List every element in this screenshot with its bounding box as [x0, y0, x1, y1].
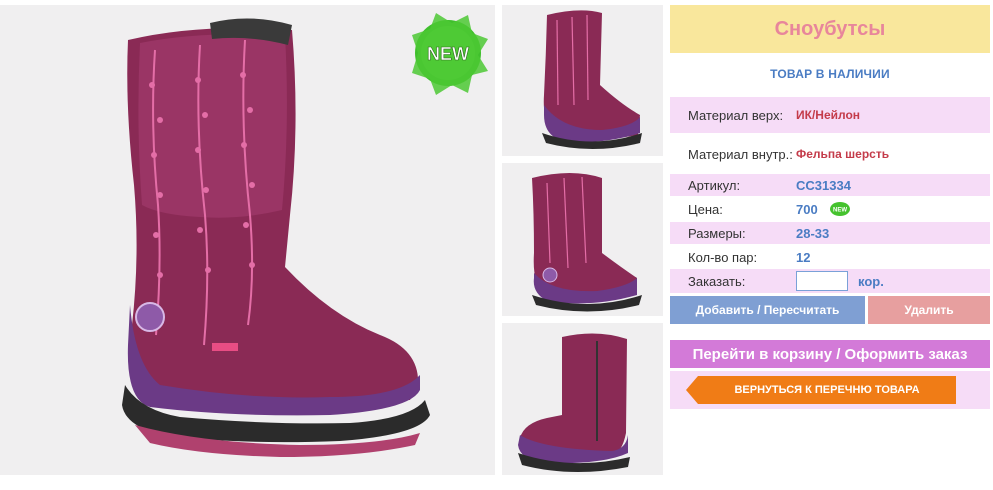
spec-value: 28-33	[796, 225, 830, 241]
new-badge-text: NEW	[427, 44, 469, 64]
delete-button[interactable]: Удалить	[868, 296, 990, 324]
boot-illustration: NEW	[122, 13, 488, 457]
main-product-image[interactable]: NEW	[0, 5, 495, 475]
order-label: Заказать:	[688, 273, 746, 289]
quantity-input[interactable]	[796, 271, 848, 291]
spec-value: Фельпа шерсть	[796, 147, 890, 161]
boot-thumb-side	[518, 333, 630, 473]
new-mini-badge-icon: NEW	[829, 202, 850, 216]
spec-row-material-inner: Материал внутр.: Фельпа шерсть	[670, 136, 990, 172]
product-title: Сноубутсы	[670, 5, 990, 53]
spec-value: 700	[796, 201, 818, 217]
add-recalculate-button[interactable]: Добавить / Пересчитать	[670, 296, 865, 324]
thumbnail-3[interactable]	[502, 323, 663, 475]
order-unit: кор.	[858, 273, 884, 289]
spec-row-article: Артикул: СС31334	[670, 174, 990, 196]
thumbnail-1[interactable]	[502, 5, 663, 156]
spec-label: Кол-во пар:	[688, 249, 758, 265]
stock-status: ТОВАР В НАЛИЧИИ	[770, 67, 890, 81]
product-page: NEW Сноубутсы ТОВАР В НАЛИЧИИ Материал в…	[0, 0, 993, 490]
spec-label: Артикул:	[688, 177, 741, 193]
back-button-container: ВЕРНУТЬСЯ К ПЕРЕЧНЮ ТОВАРА	[670, 371, 990, 409]
spec-row-material-top: Материал верх: ИК/Нейлон	[670, 97, 990, 133]
spec-label: Цена:	[688, 201, 723, 217]
boot-thumb-angle	[532, 173, 642, 312]
back-to-list-button[interactable]: ВЕРНУТЬСЯ К ПЕРЕЧНЮ ТОВАРА	[686, 376, 956, 404]
spec-value: СС31334	[796, 177, 851, 193]
boot-thumb-front	[542, 10, 642, 149]
spec-row-price: Цена: 700 NEW	[670, 198, 990, 220]
thumbnail-2[interactable]	[502, 163, 663, 316]
spec-label: Материал внутр.:	[688, 146, 793, 162]
spec-value: ИК/Нейлон	[796, 108, 861, 122]
order-row: Заказать: кор.	[670, 269, 990, 293]
go-to-cart-button[interactable]: Перейти в корзину / Оформить заказ	[670, 340, 990, 368]
spec-row-pairs: Кол-во пар: 12	[670, 246, 990, 268]
spec-row-sizes: Размеры: 28-33	[670, 222, 990, 244]
spec-label: Материал верх:	[688, 107, 784, 123]
spec-label: Размеры:	[688, 225, 746, 241]
product-info-panel: Сноубутсы ТОВАР В НАЛИЧИИ Материал верх:…	[670, 0, 990, 490]
new-mini-badge-text: NEW	[833, 208, 847, 214]
spec-value: 12	[796, 249, 811, 265]
